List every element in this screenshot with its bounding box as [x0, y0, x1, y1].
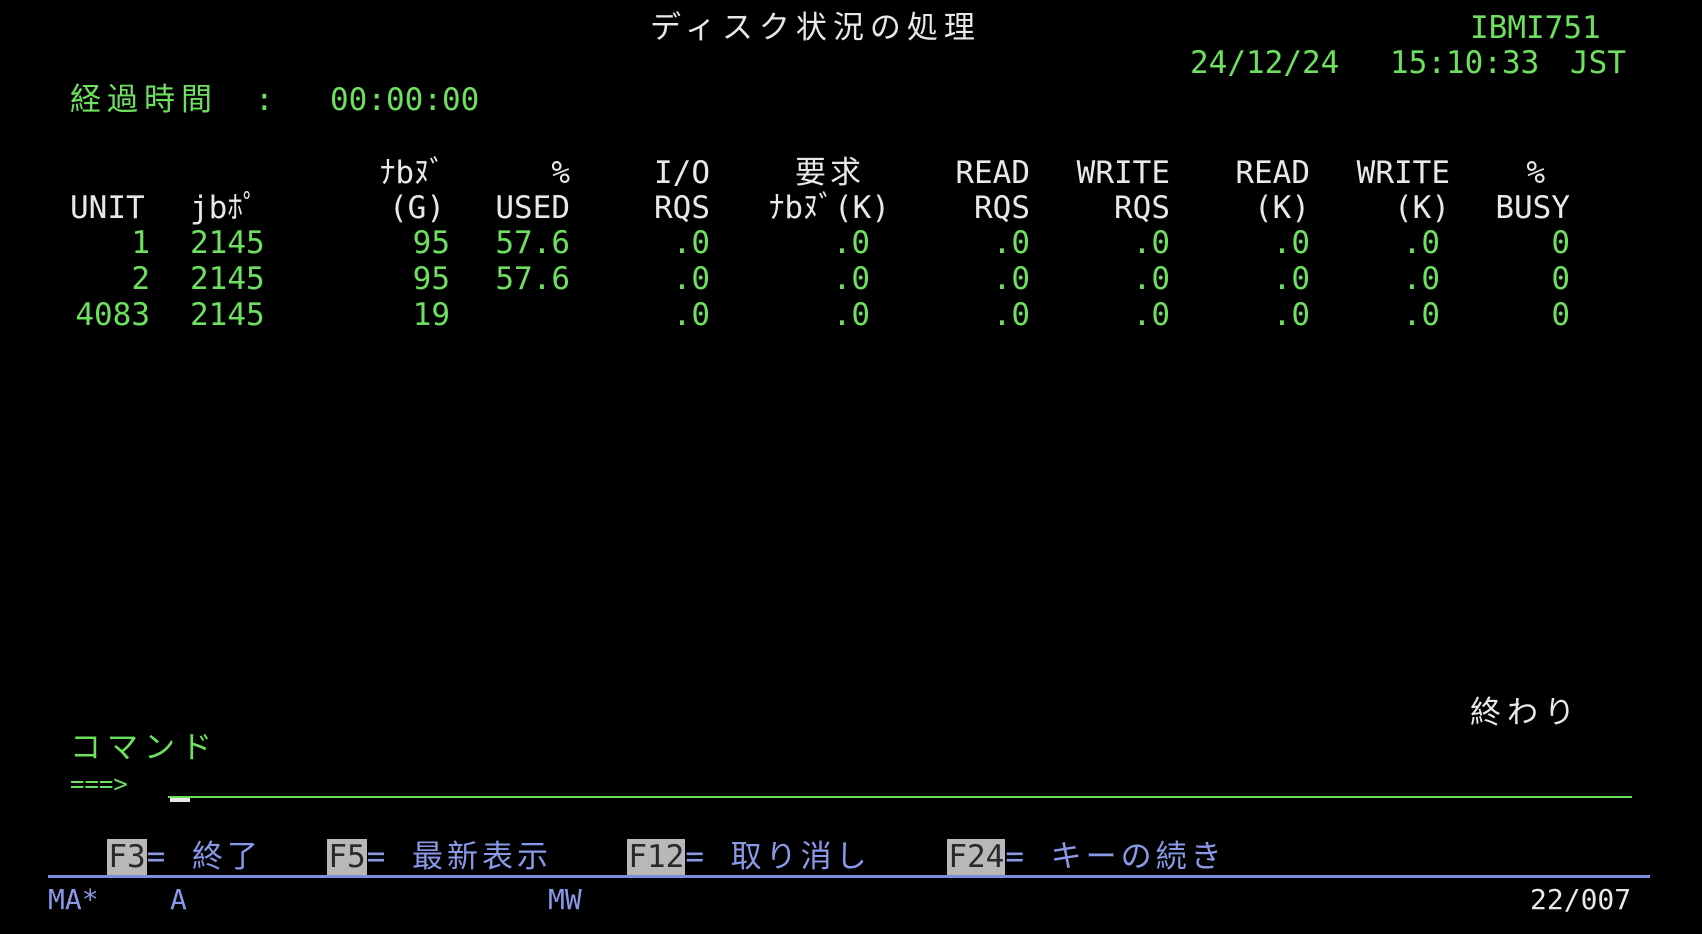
cursor-position: 22/007 — [1530, 883, 1632, 916]
cell-read-rqs: .0 — [992, 225, 1030, 261]
cell-capacity: 19 — [412, 297, 450, 333]
table-header-top: ﾅbﾇﾞ % I/O 要求 READ WRITE READ WRITE % — [0, 155, 1702, 191]
col-header-top-read-rqs: READ — [955, 155, 1030, 191]
command-prompt: ===> — [70, 770, 128, 798]
cell-used: 57.6 — [495, 225, 570, 261]
col-header-busy: BUSY — [1495, 190, 1570, 226]
col-header-used: USED — [495, 190, 570, 226]
status-session: MA* — [48, 883, 99, 916]
cell-request-k: .0 — [832, 261, 870, 297]
col-header-request: ﾅbﾇﾞ(K) — [768, 190, 890, 226]
cell-write-rqs: .0 — [1132, 225, 1170, 261]
command-input[interactable] — [170, 762, 1630, 796]
f12-cancel-key[interactable]: F12= 取り消し — [590, 803, 871, 875]
col-header-top-io: I/O — [654, 155, 710, 191]
system-name: IBMI751 — [1470, 10, 1601, 46]
cell-request-k: .0 — [832, 225, 870, 261]
cell-type: 2145 — [190, 297, 265, 333]
cell-io-rqs: .0 — [672, 225, 710, 261]
cell-type: 2145 — [190, 225, 265, 261]
cell-type: 2145 — [190, 261, 265, 297]
cell-io-rqs: .0 — [672, 297, 710, 333]
table-row: 1 2145 95 57.6 .0 .0 .0 .0 .0 .0 0 — [0, 225, 1702, 261]
cell-write-rqs: .0 — [1132, 297, 1170, 333]
f5-refresh-key[interactable]: F5= 最新表示 — [290, 803, 552, 875]
cell-unit: 1 — [131, 225, 150, 261]
more-indicator: 終わり — [1470, 695, 1581, 731]
cell-busy: 0 — [1551, 297, 1570, 333]
f24-key-label: F24 — [947, 839, 1006, 875]
col-header-top-request: 要求 — [795, 155, 865, 191]
cell-read-k: .0 — [1272, 225, 1310, 261]
cell-write-rqs: .0 — [1132, 261, 1170, 297]
cell-write-k: .0 — [1402, 261, 1440, 297]
elapsed-time-value: 00:00:00 — [330, 82, 480, 118]
elapsed-time-label: 経過時間 : — [70, 82, 280, 118]
cell-capacity: 95 — [412, 225, 450, 261]
f3-key-label: F3 — [107, 839, 147, 875]
f3-key-description: = 終了 — [146, 839, 262, 875]
f5-key-label: F5 — [327, 839, 367, 875]
timezone: JST — [1570, 45, 1626, 81]
cell-write-k: .0 — [1402, 297, 1440, 333]
command-input-underline — [168, 796, 1632, 798]
f12-key-label: F12 — [627, 839, 686, 875]
f3-exit-key[interactable]: F3= 終了 — [70, 803, 262, 875]
text-cursor — [170, 798, 190, 802]
current-time: 15:10:33 — [1390, 45, 1540, 81]
cell-io-rqs: .0 — [672, 261, 710, 297]
cell-read-rqs: .0 — [992, 297, 1030, 333]
cell-write-k: .0 — [1402, 225, 1440, 261]
cell-busy: 0 — [1551, 261, 1570, 297]
col-header-io: RQS — [654, 190, 710, 226]
f12-key-description: = 取り消し — [685, 839, 871, 875]
status-bar-divider — [48, 875, 1650, 878]
cell-unit: 4083 — [75, 297, 150, 333]
status-indicator: MW — [548, 883, 582, 916]
table-row: 4083 2145 19 .0 .0 .0 .0 .0 .0 0 — [0, 297, 1702, 333]
cell-busy: 0 — [1551, 225, 1570, 261]
col-header-write-rqs: RQS — [1114, 190, 1170, 226]
col-header-read-rqs: RQS — [974, 190, 1030, 226]
cell-read-k: .0 — [1272, 297, 1310, 333]
status-mode: A — [170, 883, 187, 916]
col-header-type: jbﾎﾟ — [190, 190, 259, 226]
cell-unit: 2 — [131, 261, 150, 297]
f24-key-description: = キーの続き — [1005, 839, 1226, 875]
col-header-top-write-rqs: WRITE — [1076, 155, 1170, 191]
table-row: 2 2145 95 57.6 .0 .0 .0 .0 .0 .0 0 — [0, 261, 1702, 297]
col-header-unit: UNIT — [70, 190, 145, 226]
cell-capacity: 95 — [412, 261, 450, 297]
col-header-write-k: (K) — [1394, 190, 1450, 226]
col-header-top-capacity: ﾅbﾇﾞ — [379, 155, 445, 191]
screen-title: ディスク状況の処理 — [650, 10, 981, 46]
cell-request-k: .0 — [832, 297, 870, 333]
col-header-capacity: (G) — [389, 190, 445, 226]
col-header-top-used: % — [551, 155, 570, 191]
col-header-read-k: (K) — [1254, 190, 1310, 226]
col-header-top-write-k: WRITE — [1356, 155, 1450, 191]
col-header-top-read-k: READ — [1235, 155, 1310, 191]
cell-read-k: .0 — [1272, 261, 1310, 297]
f5-key-description: = 最新表示 — [366, 839, 552, 875]
current-date: 24/12/24 — [1190, 45, 1340, 81]
command-label: コマンド — [70, 730, 218, 766]
table-header-bottom: UNIT jbﾎﾟ (G) USED RQS ﾅbﾇﾞ(K) RQS RQS (… — [0, 190, 1702, 226]
cell-read-rqs: .0 — [992, 261, 1030, 297]
f24-more-keys-key[interactable]: F24= キーの続き — [910, 803, 1226, 875]
col-header-top-busy: % — [1526, 155, 1545, 191]
cell-used: 57.6 — [495, 261, 570, 297]
